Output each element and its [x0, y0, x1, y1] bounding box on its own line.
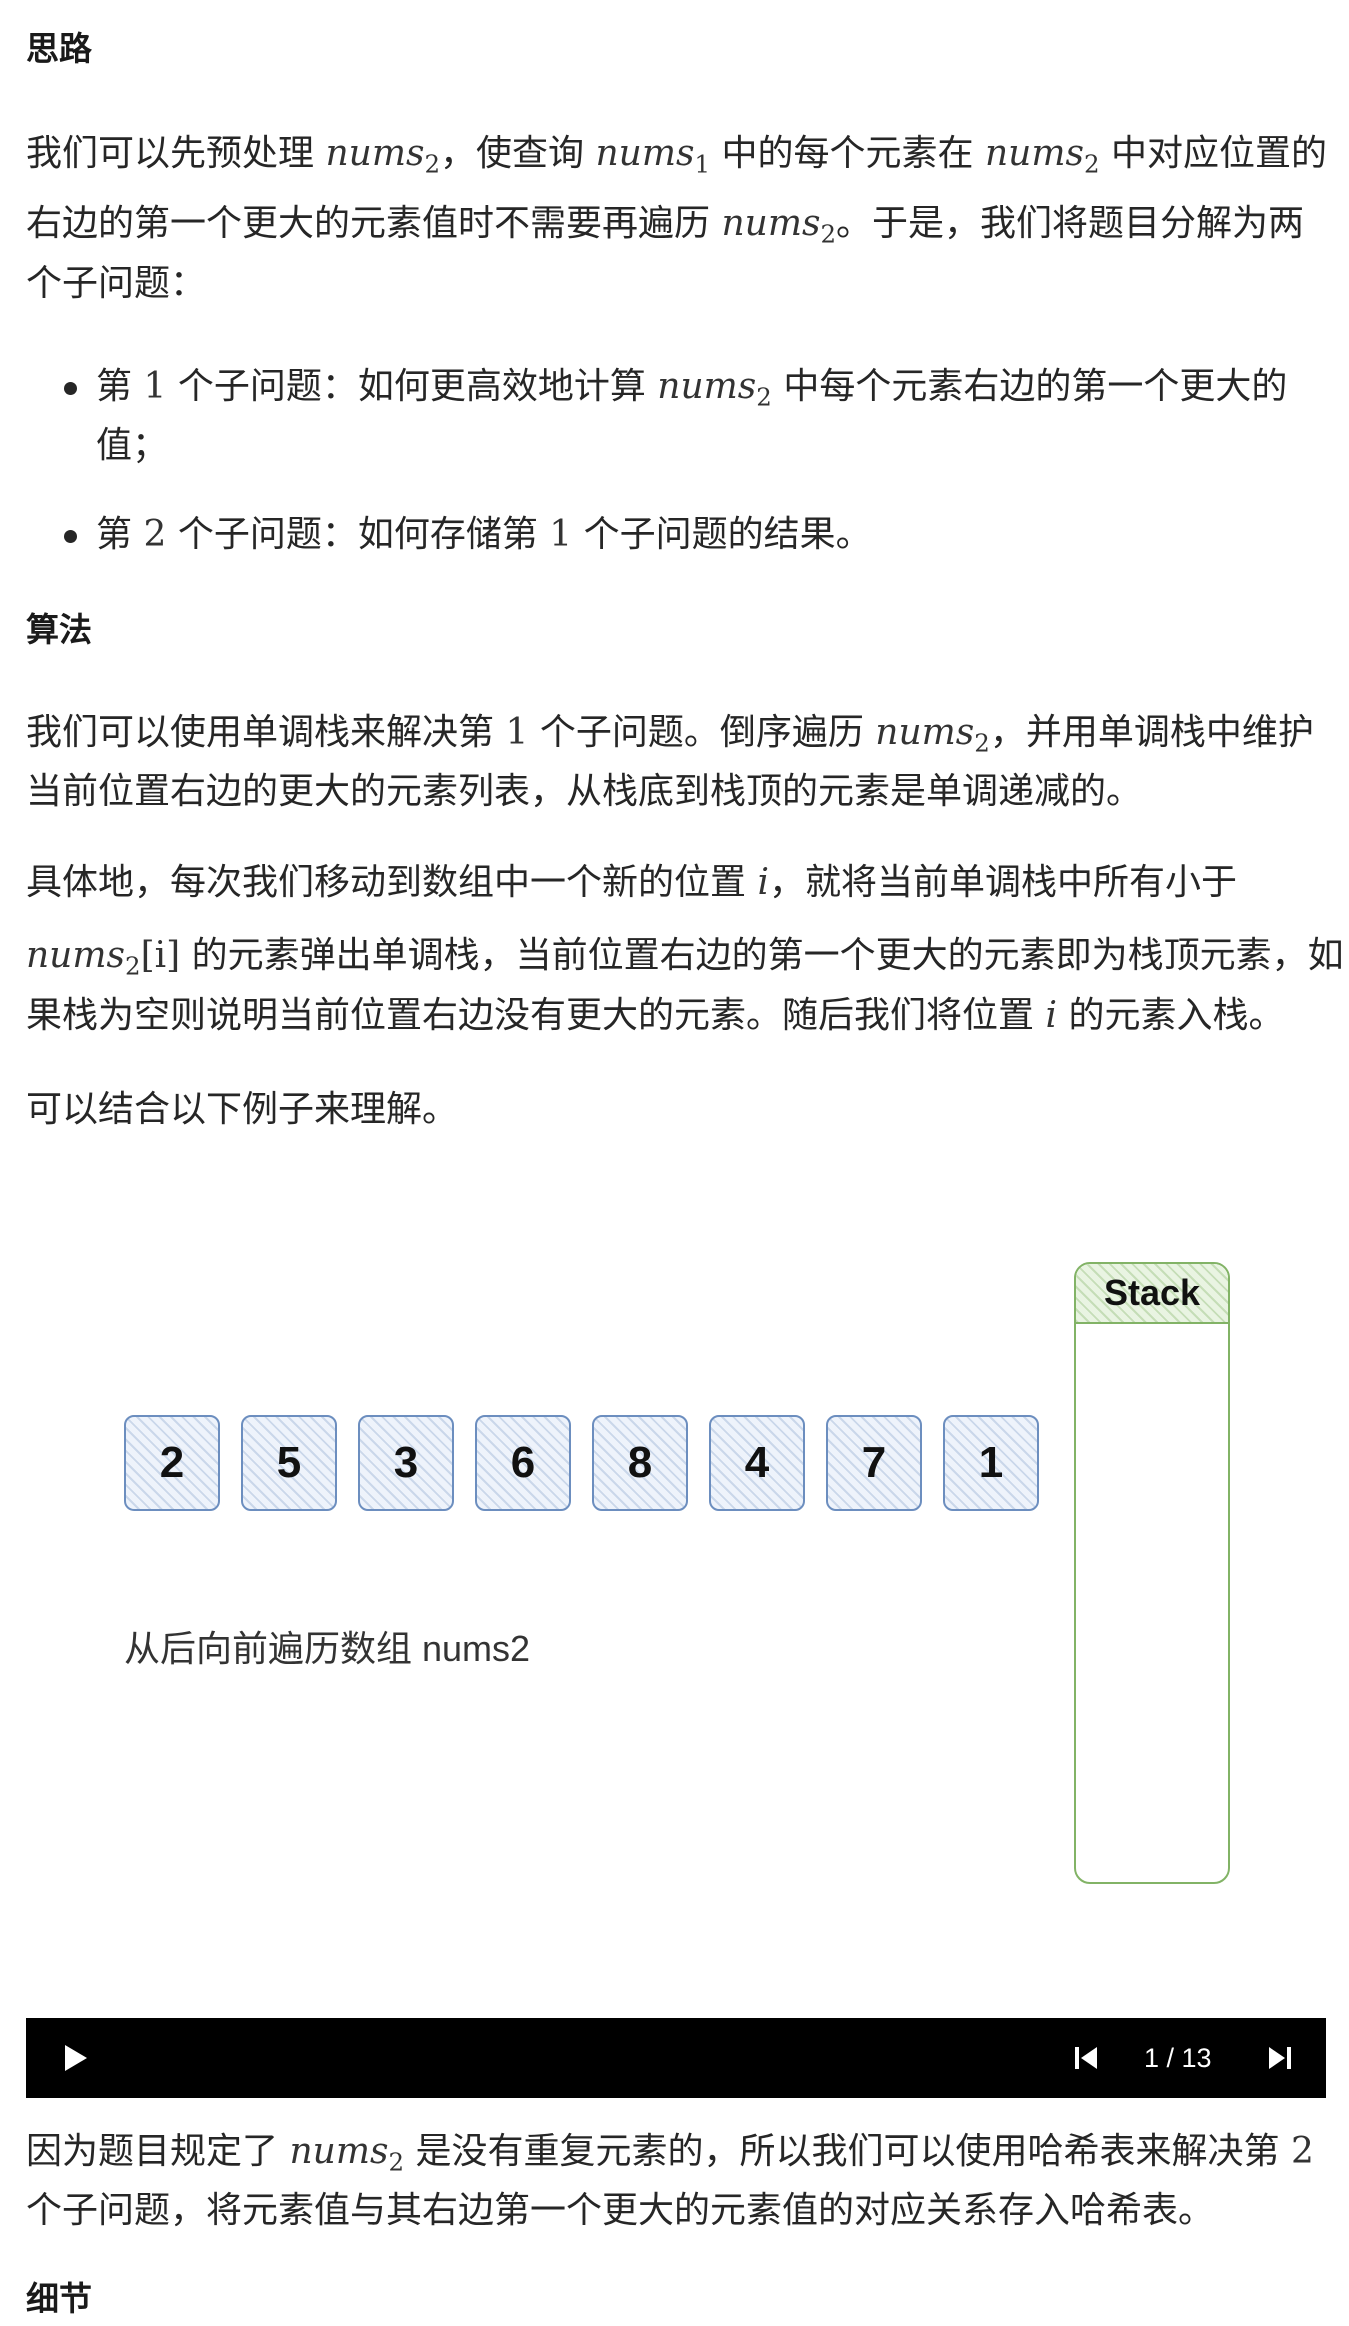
next-frame-button[interactable]	[1250, 2018, 1310, 2098]
array-element-box: 8	[592, 1415, 688, 1511]
bullet-item-2: 第 2 个子问题：如何存储第 1 个子问题的结果。	[96, 514, 872, 555]
thinking-paragraph-line-2: 右边的第一个更大的元素值时不需要再遍历 nums2。于是，我们将题目分解为两	[26, 194, 1304, 248]
bullet-item-1: 第 1 个子问题：如何更高效地计算 nums2 中每个元素右边的第一个更大的	[96, 366, 1288, 412]
algorithm-paragraph-2-line-1: 具体地，每次我们移动到数组中一个新的位置 i，就将当前单调栈中所有小于	[26, 862, 1237, 903]
array-element-box: 2	[124, 1415, 220, 1511]
text-span: 中的每个元素在	[721, 133, 974, 174]
skip-next-icon	[1269, 2047, 1291, 2069]
text-span: 我们可以先预处理	[26, 133, 315, 174]
slide-caption: 从后向前遍历数组 nums2	[124, 1628, 531, 1669]
math-nums2: nums2	[289, 2131, 405, 2177]
text-span: 中对应位置的	[1111, 133, 1328, 174]
algorithm-paragraph-1-line-1: 我们可以使用单调栈来解决第 1 个子问题。倒序遍历 nums2，并用单调栈中维护	[26, 712, 1314, 758]
section-title-algorithm: 算法	[26, 610, 92, 649]
animation-slide: 25368471 从后向前遍历数组 nums2 Stack	[26, 1180, 1326, 2018]
text-span: 。于是，我们将题目分解为两	[836, 203, 1305, 244]
array-element-box: 4	[709, 1415, 805, 1511]
algorithm-paragraph-1-line-2: 当前位置右边的更大的元素列表，从栈底到栈顶的元素是单调递减的。	[26, 771, 1143, 812]
after-paragraph-line-2: 个子问题，将元素值与其右边第一个更大的元素值的对应关系存入哈希表。	[26, 2190, 1215, 2231]
skip-previous-icon	[1075, 2047, 1097, 2069]
array-element-box: 3	[358, 1415, 454, 1511]
thinking-paragraph-line-1: 我们可以先预处理 nums2，使查询 nums1 中的每个元素在 nums2 中…	[26, 124, 1327, 178]
array-element-box: 1	[943, 1415, 1039, 1511]
math-nums2: nums2	[984, 133, 1100, 179]
math-nums2: nums2	[721, 203, 837, 249]
stack-container: Stack	[1074, 1262, 1230, 1884]
array-element-box: 6	[475, 1415, 571, 1511]
algorithm-paragraph-2-line-2: nums2[i] 的元素弹出单调栈，当前位置右边的第一个更大的元素即为栈顶元素，…	[26, 935, 1344, 981]
array-element-box: 5	[241, 1415, 337, 1511]
section-title-details: 细节	[26, 2279, 92, 2318]
frame-counter: 1 / 13	[1144, 2042, 1212, 2073]
play-button[interactable]	[40, 2018, 110, 2098]
algorithm-paragraph-3: 可以结合以下例子来理解。	[26, 1089, 459, 1130]
bullet-dot	[64, 528, 77, 547]
previous-frame-button[interactable]	[1056, 2018, 1116, 2098]
text-span: ，使查询	[440, 133, 585, 174]
thinking-paragraph-line-3: 个子问题：	[26, 263, 207, 304]
play-icon	[65, 2045, 87, 2071]
bullet-dot	[64, 380, 77, 399]
algorithm-paragraph-2-line-3: 果栈为空则说明当前位置右边没有更大的元素。随后我们将位置 i 的元素入栈。	[26, 995, 1285, 1036]
math-nums2-i: nums2[i]	[26, 935, 181, 981]
after-paragraph-line-1: 因为题目规定了 nums2 是没有重复元素的，所以我们可以使用哈希表来解决第 2	[26, 2131, 1314, 2177]
math-nums1: nums1	[595, 133, 711, 179]
text-span: 右边的第一个更大的元素值时不需要再遍历	[26, 203, 711, 244]
section-title-thinking: 思路	[26, 29, 92, 68]
math-nums2: nums2	[875, 712, 990, 758]
animation-player-bar: 1 / 13	[26, 2018, 1326, 2098]
stack-label: Stack	[1076, 1264, 1228, 1324]
math-nums2: nums2	[325, 133, 441, 179]
array-element-box: 7	[826, 1415, 922, 1511]
bullet-item-1-cont: 值；	[96, 425, 169, 466]
math-nums2: nums2	[657, 366, 772, 412]
